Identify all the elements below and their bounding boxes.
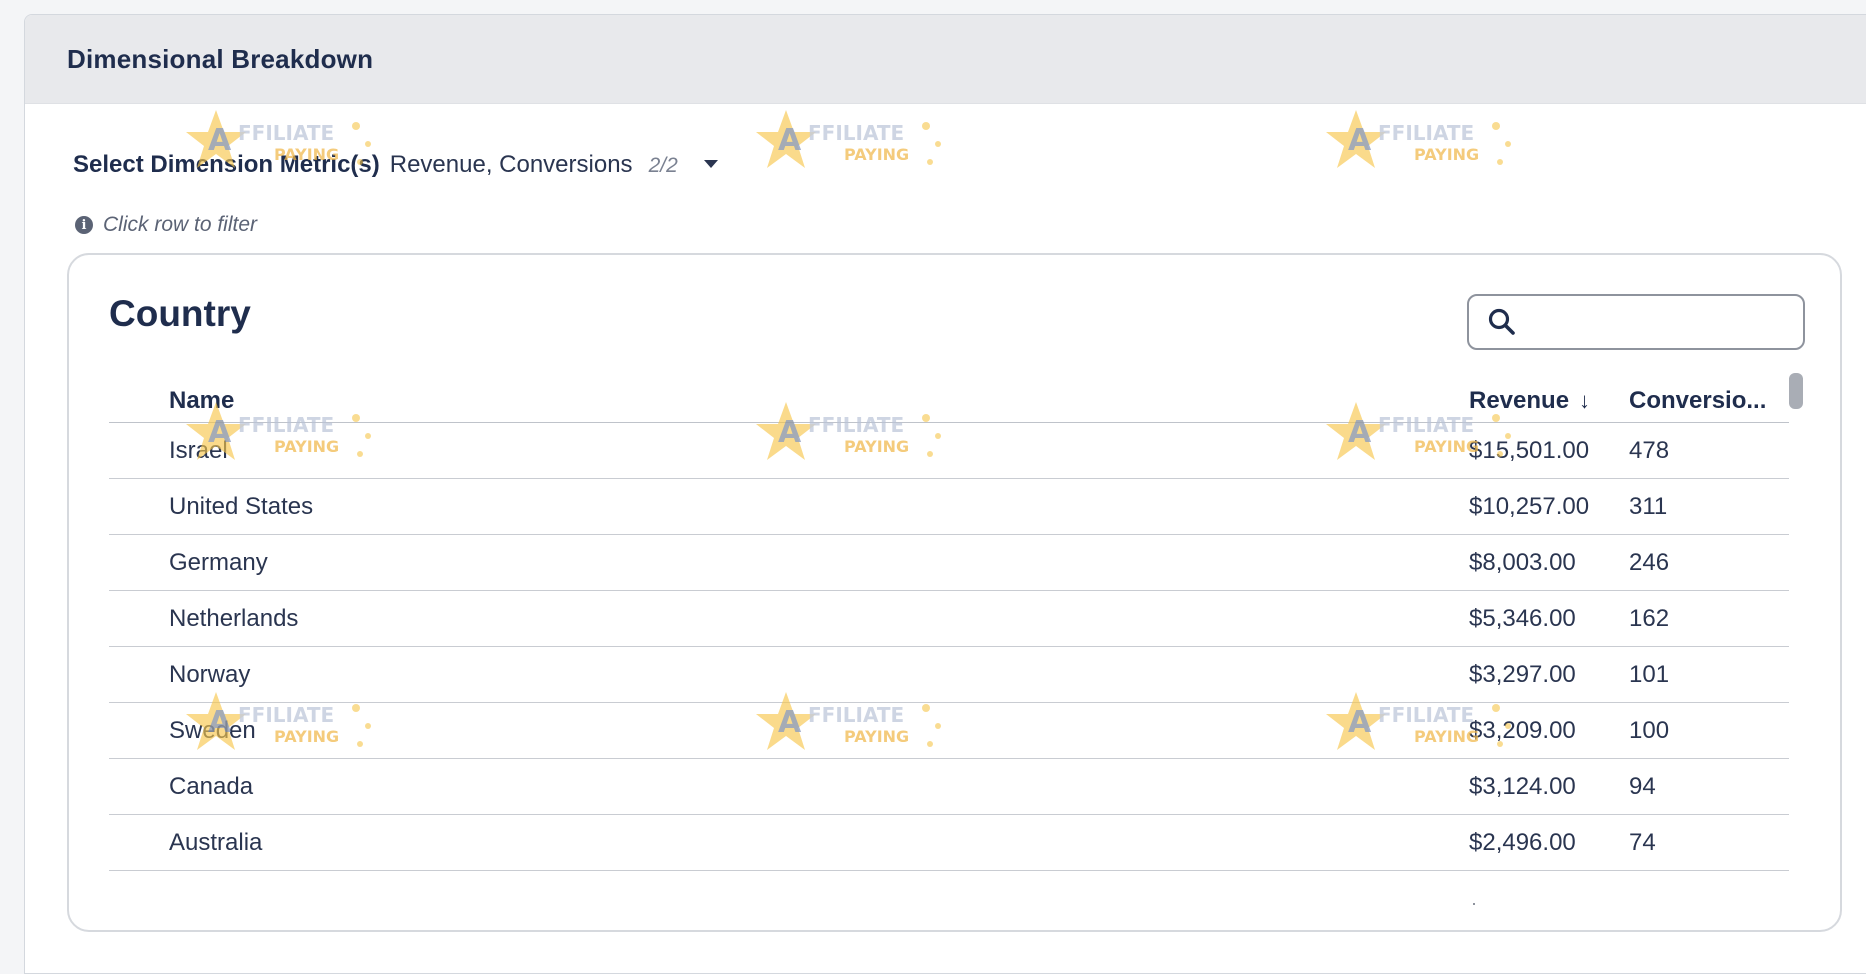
- search-input[interactable]: [1467, 294, 1805, 350]
- row-conversions: 100: [1629, 716, 1670, 744]
- column-header-revenue[interactable]: Revenue ↓: [1469, 375, 1629, 415]
- scrollbar-thumb[interactable]: [1789, 373, 1803, 409]
- partial-row-mark: [1473, 903, 1475, 905]
- row-name: Canada: [169, 772, 254, 800]
- info-icon: i: [75, 216, 93, 234]
- panel-title: Dimensional Breakdown: [67, 43, 374, 74]
- row-name: Australia: [169, 828, 263, 856]
- country-table: Name Revenue ↓ Conversio... Israel $15,5…: [109, 367, 1789, 871]
- metric-selector-label: Select Dimension Metric(s): [73, 151, 380, 178]
- row-revenue: $8,003.00: [1469, 548, 1576, 576]
- row-conversions: 478: [1629, 436, 1670, 464]
- chevron-down-icon[interactable]: [703, 160, 718, 168]
- row-name: Netherlands: [169, 604, 299, 632]
- row-conversions: 101: [1629, 660, 1670, 688]
- row-conversions: 94: [1629, 772, 1656, 800]
- table-row[interactable]: Germany $8,003.00 246: [109, 535, 1789, 591]
- column-header-conversions[interactable]: Conversio...: [1629, 375, 1789, 415]
- column-header-revenue-label: Revenue: [1469, 386, 1570, 414]
- metric-selector-count: 2/2: [648, 154, 678, 177]
- table-row[interactable]: Israel $15,501.00 478: [109, 423, 1789, 479]
- row-revenue: $5,346.00: [1469, 604, 1576, 632]
- filter-hint: i Click row to filter: [75, 213, 257, 237]
- row-revenue: $3,124.00: [1469, 772, 1576, 800]
- row-conversions: 246: [1629, 548, 1670, 576]
- table-row[interactable]: Sweden $3,209.00 100: [109, 703, 1789, 759]
- row-name: United States: [169, 492, 314, 520]
- row-name: Germany: [169, 548, 268, 576]
- filter-hint-text: Click row to filter: [103, 213, 258, 236]
- table-row[interactable]: Canada $3,124.00 94: [109, 759, 1789, 815]
- row-name: Israel: [169, 436, 228, 464]
- metric-selector-value[interactable]: Revenue, Conversions: [390, 151, 633, 179]
- table-header: Name Revenue ↓ Conversio...: [109, 367, 1789, 423]
- table-row[interactable]: Australia $2,496.00 74: [109, 815, 1789, 871]
- metric-selector[interactable]: Select Dimension Metric(s) Revenue, Conv…: [73, 151, 718, 179]
- row-conversions: 74: [1629, 828, 1656, 856]
- row-revenue: $3,297.00: [1469, 660, 1576, 688]
- row-conversions: 311: [1629, 492, 1668, 520]
- row-revenue: $2,496.00: [1469, 828, 1576, 856]
- row-revenue: $15,501.00: [1469, 436, 1590, 464]
- row-name: Sweden: [169, 716, 256, 744]
- dimensional-breakdown-panel: Dimensional Breakdown Select Dimension M…: [24, 14, 1866, 974]
- row-revenue: $10,257.00: [1469, 492, 1590, 520]
- country-card: Country Name Revenue ↓ Conversio... Isra…: [67, 253, 1842, 932]
- column-header-name[interactable]: Name: [109, 375, 1469, 415]
- row-name: Norway: [169, 660, 251, 688]
- card-title: Country: [109, 293, 251, 334]
- panel-header: Dimensional Breakdown: [25, 15, 1866, 104]
- table-row[interactable]: United States $10,257.00 311: [109, 479, 1789, 535]
- row-revenue: $3,209.00: [1469, 716, 1576, 744]
- sort-descending-icon: ↓: [1579, 387, 1591, 413]
- table-row[interactable]: Norway $3,297.00 101: [109, 647, 1789, 703]
- row-conversions: 162: [1629, 604, 1670, 632]
- table-row[interactable]: Netherlands $5,346.00 162: [109, 591, 1789, 647]
- search-icon: [1488, 308, 1515, 335]
